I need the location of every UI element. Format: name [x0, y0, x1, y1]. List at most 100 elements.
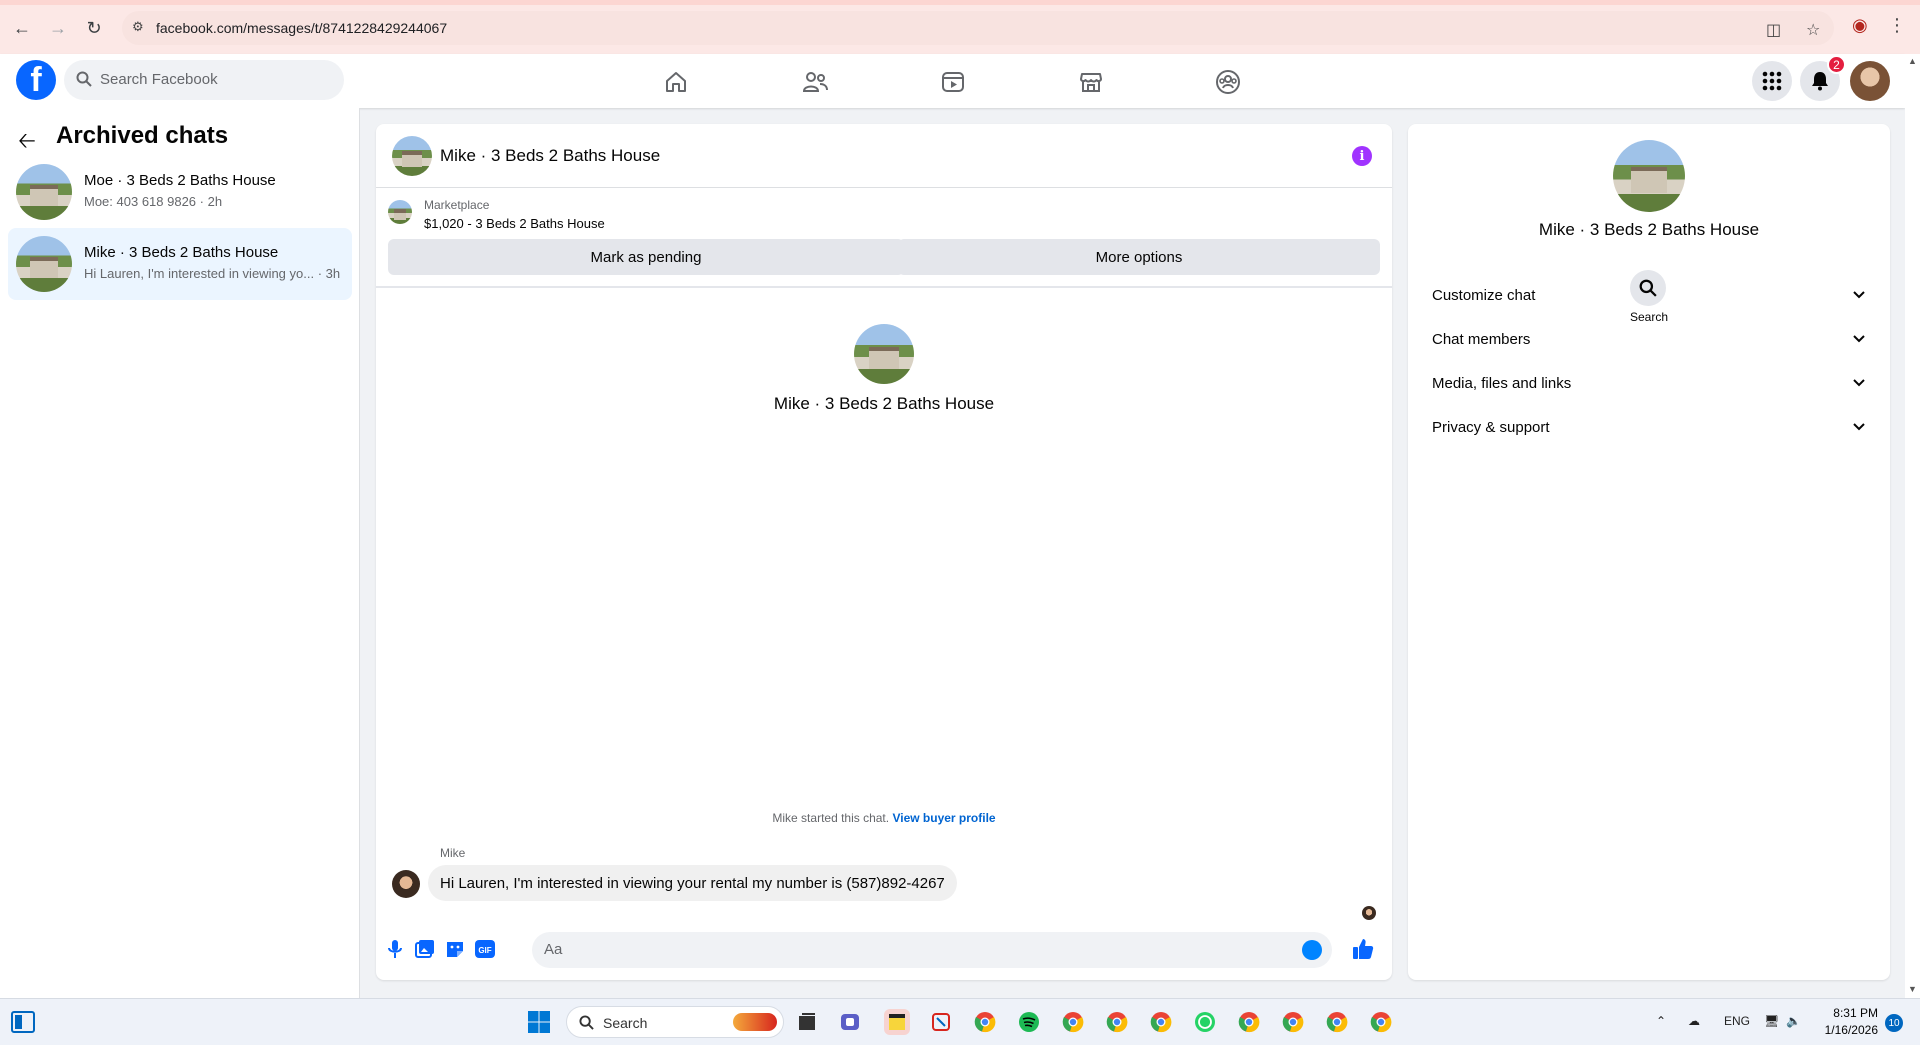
chat-list-item-active[interactable]: Mike · 3 Beds 2 Baths House Hi Lauren, I…	[8, 228, 352, 300]
bookmark-star-icon[interactable]: ☆	[1806, 20, 1820, 40]
network-icon[interactable]: 🖥	[1764, 1014, 1779, 1028]
thumbs-up-icon[interactable]	[1352, 938, 1374, 960]
back-icon[interactable]: ←	[8, 14, 36, 42]
view-buyer-profile-link[interactable]: View buyer profile	[892, 811, 995, 825]
browser-toolbar: ← → ↻ ⚙ facebook.com/messages/t/87412284…	[0, 0, 1920, 54]
conversation-avatar[interactable]	[392, 136, 432, 176]
chrome-profile-icon[interactable]	[1280, 1009, 1306, 1035]
chrome-profile-icon[interactable]	[1368, 1009, 1394, 1035]
chrome-profile-icon[interactable]	[1148, 1009, 1174, 1035]
customize-chat-section[interactable]: Customize chat	[1416, 274, 1882, 318]
install-app-icon[interactable]: ◫	[1766, 20, 1781, 40]
notification-badge: 2	[1827, 55, 1846, 74]
volume-icon[interactable]: 🔈	[1786, 1014, 1801, 1028]
address-bar[interactable]: ⚙ facebook.com/messages/t/87412284292440…	[122, 11, 1834, 45]
search-highlight-icon	[733, 1013, 777, 1031]
notifications-button[interactable]: 2	[1800, 55, 1846, 101]
conversation-panel: Mike · 3 Beds 2 Baths House i Marketplac…	[376, 124, 1392, 980]
groups-icon[interactable]	[1208, 62, 1248, 102]
sidebar-title: Archived chats	[56, 122, 229, 149]
search-placeholder: Search Facebook	[100, 71, 218, 88]
microphone-icon[interactable]	[384, 938, 406, 960]
home-icon[interactable]	[656, 62, 696, 102]
section-label: Chat members	[1432, 331, 1531, 348]
account-avatar[interactable]	[1850, 61, 1890, 101]
conversation-title[interactable]: Mike · 3 Beds 2 Baths House	[440, 146, 660, 166]
chat-snippet: Moe: 403 618 9826 · 2h	[84, 194, 223, 209]
sticker-icon[interactable]	[444, 938, 466, 960]
info-icon[interactable]: i	[1352, 146, 1372, 166]
read-receipt-avatar	[1362, 906, 1376, 920]
scroll-down-icon[interactable]: ▼	[1908, 984, 1917, 994]
taskbar-search[interactable]: Search	[566, 1006, 784, 1038]
menu-grid-icon[interactable]	[1752, 61, 1792, 101]
search-icon	[76, 71, 92, 87]
taskbar-search-label: Search	[603, 1015, 648, 1031]
forward-icon[interactable]: →	[44, 14, 72, 42]
scroll-up-icon[interactable]: ▲	[1908, 56, 1917, 66]
windows-start-icon[interactable]	[526, 1009, 552, 1035]
url-text[interactable]: facebook.com/messages/t/8741228429244067	[156, 20, 447, 36]
chevron-down-icon	[1853, 335, 1865, 343]
mark-as-pending-button[interactable]: Mark as pending	[388, 239, 904, 275]
more-options-button[interactable]: More options	[898, 239, 1380, 275]
chrome-menu-icon[interactable]: ⋮	[1888, 15, 1906, 36]
emoji-icon[interactable]	[1302, 940, 1322, 960]
conversation-header: Mike · 3 Beds 2 Baths House i	[376, 124, 1392, 188]
reload-icon[interactable]: ↻	[80, 14, 108, 42]
chrome-profile-icon[interactable]	[1236, 1009, 1262, 1035]
snipping-tool-icon[interactable]	[928, 1009, 954, 1035]
section-label: Media, files and links	[1432, 375, 1572, 392]
spotify-icon[interactable]	[1016, 1009, 1042, 1035]
message-bubble[interactable]: Hi Lauren, I'm interested in viewing you…	[428, 865, 957, 901]
task-view-icon[interactable]	[794, 1009, 820, 1035]
teams-icon[interactable]	[838, 1009, 864, 1035]
chrome-profile-icon[interactable]	[1324, 1009, 1350, 1035]
marketplace-icon[interactable]	[1071, 62, 1111, 102]
chat-members-section[interactable]: Chat members	[1416, 318, 1882, 362]
system-clock[interactable]: 8:31 PM 1/16/2026	[1806, 1005, 1878, 1039]
language-indicator[interactable]: ENG	[1724, 1014, 1750, 1028]
photo-icon[interactable]	[414, 938, 436, 960]
notification-center-badge[interactable]: 10	[1885, 1014, 1903, 1032]
whatsapp-icon[interactable]	[1192, 1009, 1218, 1035]
archived-chats-sidebar: 🡠 Archived chats Moe · 3 Beds 2 Baths Ho…	[0, 108, 360, 998]
chat-snippet: Hi Lauren, I'm interested in viewing yo.…	[84, 266, 341, 281]
video-icon[interactable]	[933, 62, 973, 102]
onedrive-off-icon[interactable]: ☁	[1688, 1014, 1700, 1028]
chrome-profile-icon[interactable]	[1104, 1009, 1130, 1035]
facebook-logo-icon[interactable]: f	[16, 60, 56, 100]
show-hidden-icons-icon[interactable]: ⌃	[1656, 1014, 1666, 1028]
media-files-links-section[interactable]: Media, files and links	[1416, 362, 1882, 406]
friends-icon[interactable]	[795, 62, 835, 102]
bell-icon	[1812, 72, 1828, 91]
chevron-down-icon	[1853, 291, 1865, 299]
marketplace-label: Marketplace	[424, 198, 490, 212]
site-info-icon[interactable]: ⚙	[132, 19, 150, 37]
details-avatar[interactable]	[1613, 140, 1685, 212]
privacy-support-section[interactable]: Privacy & support	[1416, 406, 1882, 450]
tab-strip	[0, 0, 1920, 5]
profile-icon[interactable]: ◉	[1852, 15, 1868, 36]
intro-name: Mike · 3 Beds 2 Baths House	[773, 394, 995, 413]
chrome-profile-icon[interactable]	[1060, 1009, 1086, 1035]
message-composer: GIF Aa	[376, 924, 1392, 976]
message-input[interactable]: Aa	[532, 932, 1332, 968]
chrome-icon[interactable]	[972, 1009, 998, 1035]
listing-thumbnail[interactable]	[388, 200, 412, 224]
listing-title[interactable]: $1,020 - 3 Beds 2 Baths House	[424, 216, 605, 231]
sender-avatar[interactable]	[392, 870, 420, 898]
intro-avatar	[854, 324, 914, 384]
page-scrollbar[interactable]: ▲ ▼	[1905, 54, 1920, 998]
chat-list-item[interactable]: Moe · 3 Beds 2 Baths House Moe: 403 618 …	[8, 156, 352, 228]
facebook-search-input[interactable]: Search Facebook	[64, 60, 344, 100]
gif-icon[interactable]: GIF	[474, 938, 496, 960]
chevron-down-icon	[1853, 423, 1865, 431]
chat-avatar	[16, 236, 72, 292]
chat-avatar	[16, 164, 72, 220]
section-label: Privacy & support	[1432, 419, 1550, 436]
sticky-notes-icon[interactable]	[884, 1009, 910, 1035]
widgets-icon[interactable]	[10, 1009, 36, 1035]
facebook-header: f Search Facebook 2	[0, 54, 1905, 108]
marketplace-banner: Marketplace $1,020 - 3 Beds 2 Baths Hous…	[376, 188, 1392, 288]
